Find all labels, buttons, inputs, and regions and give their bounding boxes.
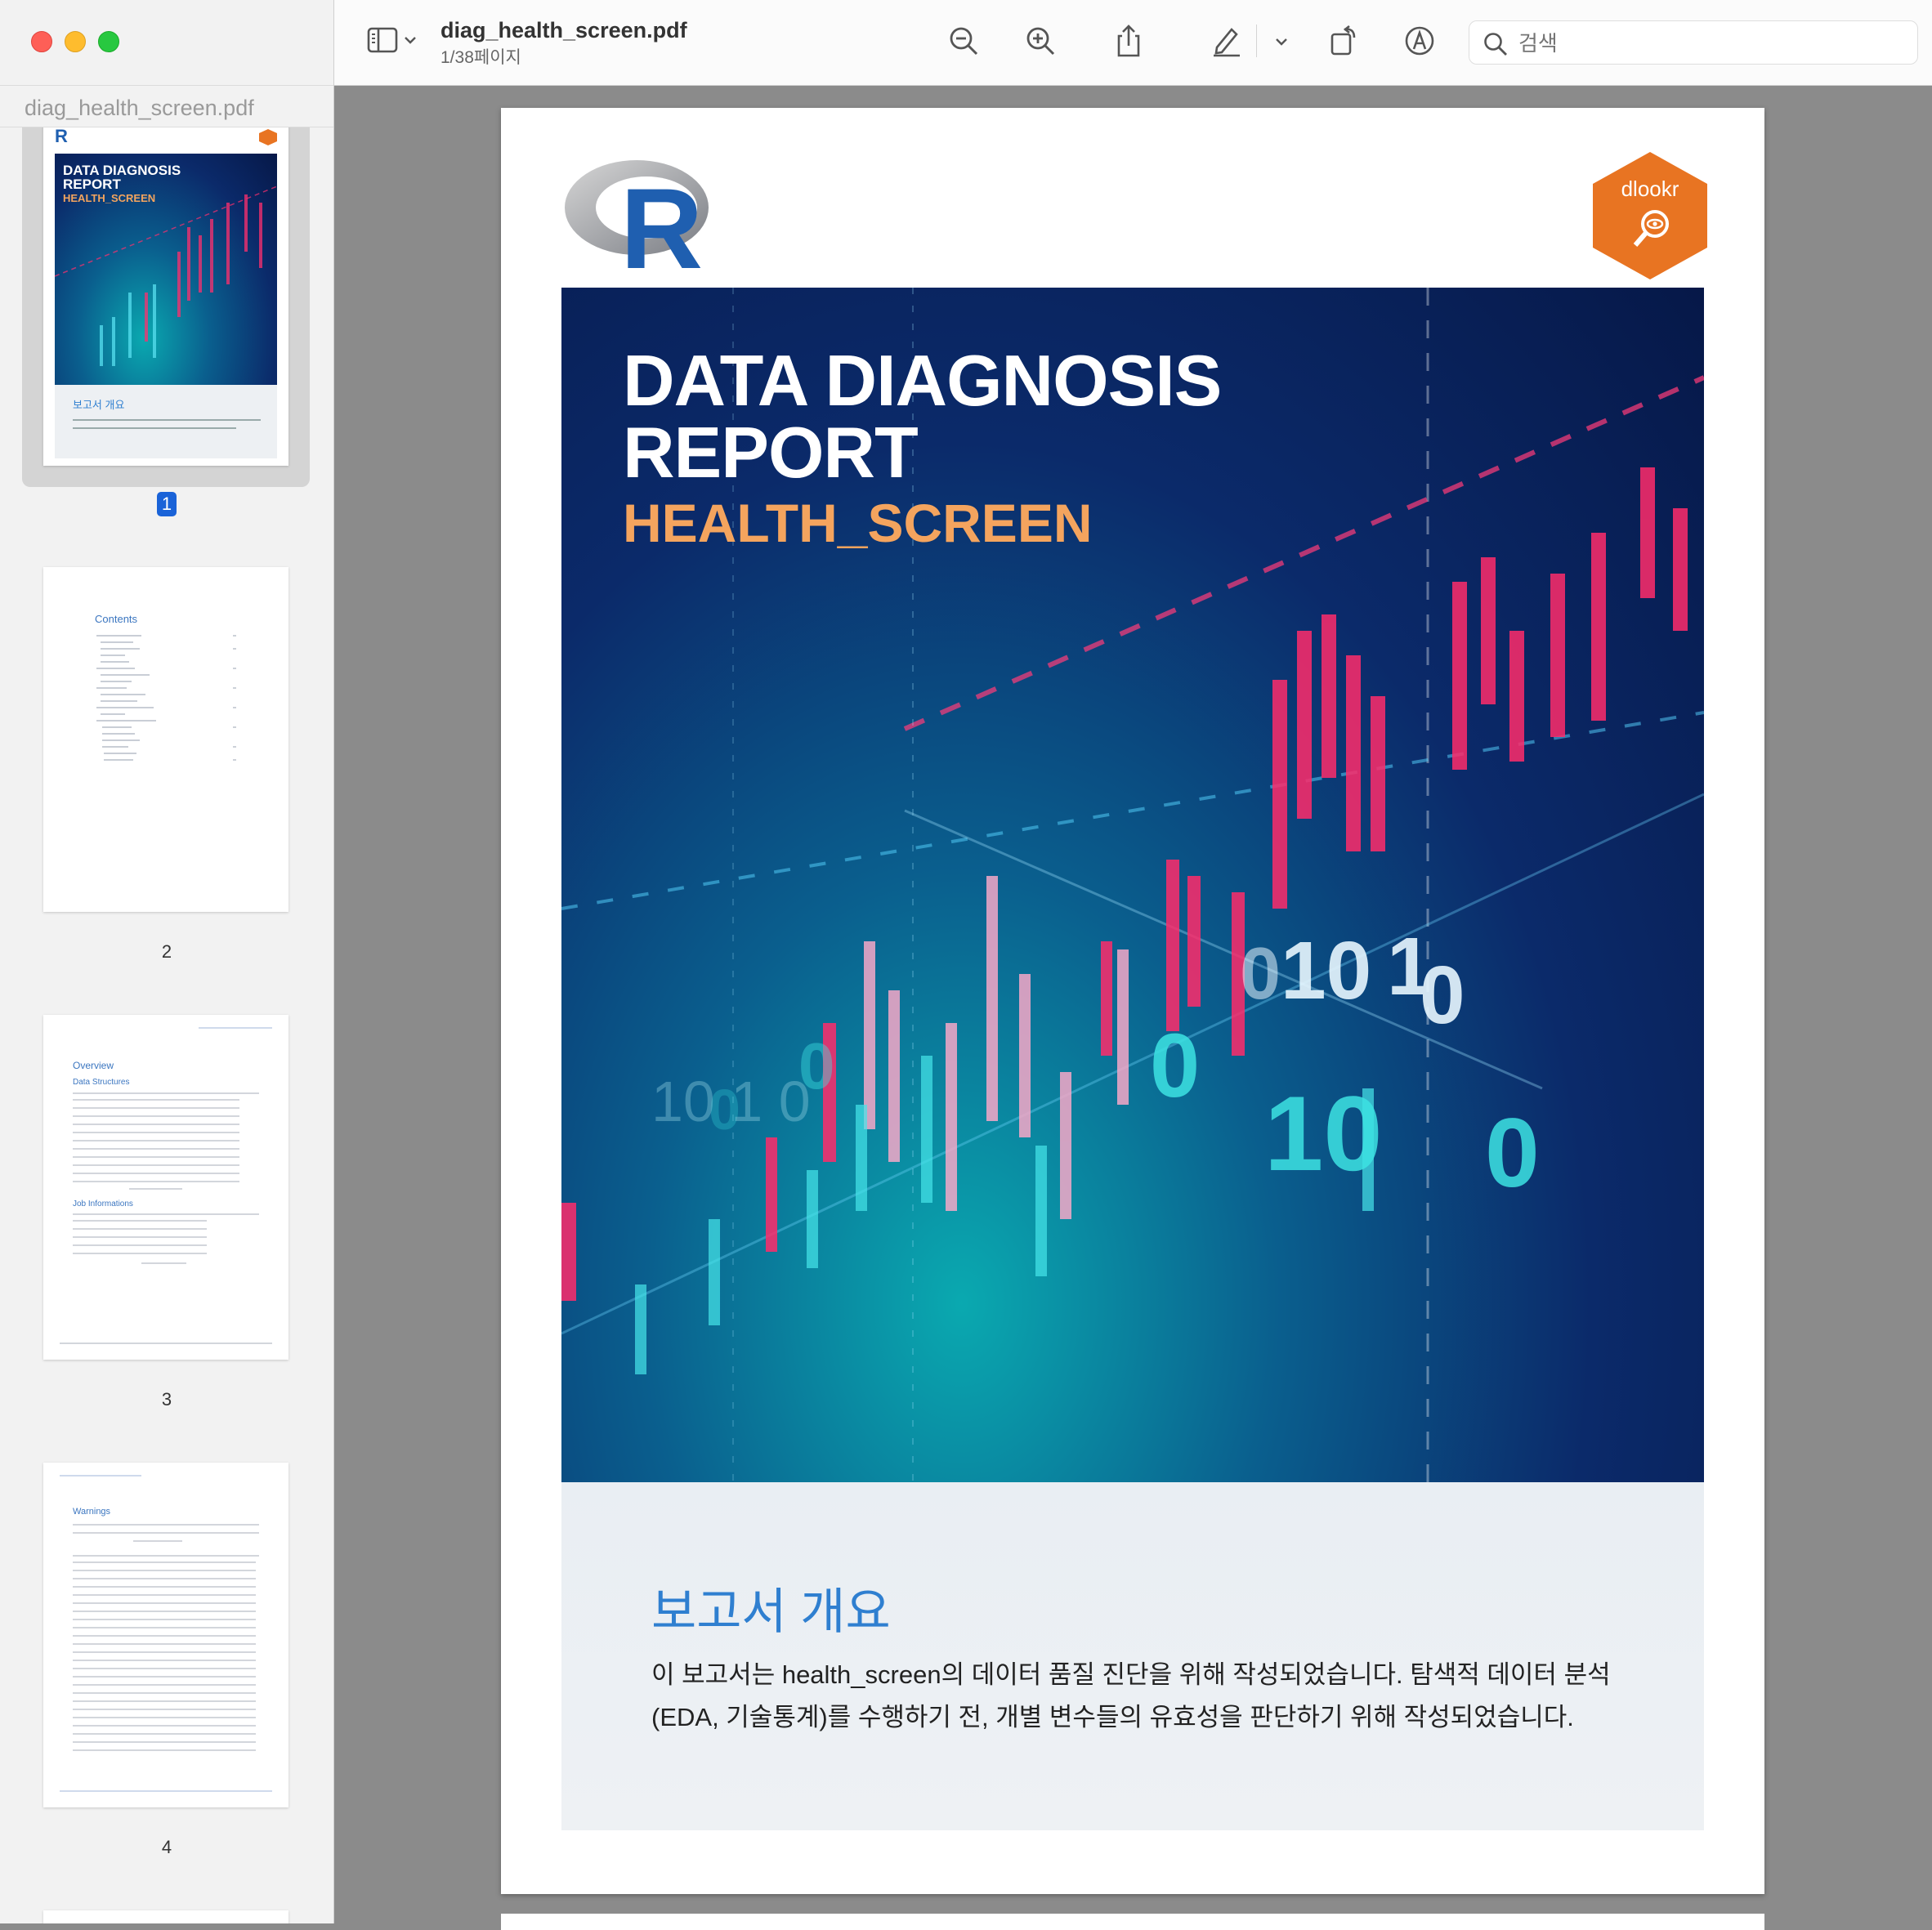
svg-text:0: 0	[1150, 1016, 1200, 1116]
dlookr-badge-mini	[259, 129, 277, 145]
cover-title-line1: DATA DIAGNOSIS	[623, 340, 1222, 421]
thumbnail-title-line1: DATA DIAGNOSIS	[63, 163, 181, 178]
search-icon	[1484, 33, 1507, 56]
thumbnail-page-number-3: 3	[161, 1389, 172, 1410]
thumbnail-page-3[interactable]: Overview Data Structures Job Information…	[43, 1015, 288, 1360]
annotate-icon[interactable]	[1402, 23, 1438, 59]
svg-text:0: 0	[1485, 1098, 1540, 1208]
zoom-out-icon[interactable]	[946, 23, 982, 59]
cover-title-line2: REPORT	[623, 412, 919, 493]
fullscreen-window-button[interactable]	[98, 31, 119, 52]
overview-title: 보고서 개요	[651, 1584, 891, 1639]
minimize-window-button[interactable]	[65, 31, 86, 52]
chevron-down-icon[interactable]	[1274, 34, 1289, 49]
thumbnail-page-2[interactable]: Contents	[43, 567, 288, 912]
thumbnail-cover-image: DATA DIAGNOSIS REPORT HEALTH_SCREEN	[55, 154, 277, 385]
r-logo: R	[561, 155, 725, 286]
dlookr-badge-label: dlookr	[1621, 176, 1679, 201]
thumbnail-title-line2: REPORT	[63, 176, 121, 192]
share-icon[interactable]	[1111, 23, 1147, 59]
thumbnail-toc-lines	[96, 635, 236, 761]
thumbnail-subtitle: HEALTH_SCREEN	[63, 192, 156, 204]
toolbar: diag_health_screen.pdf 1/38페이지	[334, 0, 1932, 86]
r-logo-letter: R	[620, 164, 704, 293]
rotate-icon[interactable]	[1326, 23, 1362, 59]
pdf-page-2-edge	[501, 1914, 1764, 1930]
thumbnail-overview-box: 보고서 개요	[55, 385, 277, 458]
cover-hero-image: 10 1 00 10 0 00 0 10 1 0 DATA DIAGNOSIS RE…	[561, 288, 1704, 1482]
magnifier-eye-icon	[1633, 210, 1669, 247]
thumbnail-page-number-2: 2	[161, 941, 172, 962]
svg-text:10: 10	[1264, 1074, 1383, 1193]
svg-text:0: 0	[1240, 933, 1281, 1015]
thumbnail-title: DATA DIAGNOSIS REPORT	[63, 163, 181, 191]
chevron-down-icon[interactable]	[403, 33, 418, 47]
sidebar-filename: diag_health_screen.pdf	[0, 85, 333, 127]
thumbnail-overview-title: 보고서 개요	[73, 399, 125, 411]
cover-subtitle: HEALTH_SCREEN	[623, 493, 1093, 553]
r-logo-mini: R	[55, 126, 68, 146]
thumbnail-page-4[interactable]: Warnings	[43, 1463, 288, 1807]
markup-pen-icon[interactable]	[1209, 23, 1245, 59]
dlookr-badge: dlookr	[1593, 152, 1707, 279]
zoom-in-icon[interactable]	[1022, 23, 1058, 59]
thumbnail-page-number-1: 1	[0, 492, 333, 516]
overview-text: 이 보고서는 health_screen의 데이터 품질 진단을 위해 작성되었…	[651, 1660, 1611, 1731]
toolbar-divider	[1256, 25, 1257, 57]
thumbnail-page-number-4: 4	[161, 1837, 172, 1857]
thumbnail-sidebar: diag_health_screen.pdf R DATA DIAGNOSIS	[0, 0, 334, 1923]
overview-section: 보고서 개요 이 보고서는 health_screen의 데이터 품질 진단을 …	[561, 1482, 1704, 1830]
svg-text:10 1 0: 10 1 0	[651, 1070, 811, 1133]
window-controls	[31, 31, 119, 52]
thumbnail-page-5[interactable]	[43, 1910, 288, 1923]
cover-title: DATA DIAGNOSIS REPORT	[623, 340, 1222, 493]
thumbnail-tables	[60, 1027, 272, 1344]
svg-text:0: 0	[1420, 949, 1465, 1041]
page-indicator: 1/38페이지	[441, 48, 521, 67]
close-window-button[interactable]	[31, 31, 52, 52]
pdf-page-1: R dlookr 10 1 0 0 10 0 0 0 0 10 1 0 DATA…	[501, 108, 1764, 1894]
search-field[interactable]	[1469, 20, 1918, 65]
sidebar-toggle-icon[interactable]	[365, 25, 401, 57]
document-title: diag_health_screen.pdf	[441, 18, 687, 42]
search-input[interactable]	[1517, 29, 1904, 58]
thumbnail-page-1[interactable]: R DATA DIAGNOSIS REPORT HEALTH_SCREEN 보고…	[43, 123, 288, 466]
thumbnail-warnings-table	[60, 1475, 272, 1792]
svg-text:10: 10	[1281, 925, 1371, 1016]
